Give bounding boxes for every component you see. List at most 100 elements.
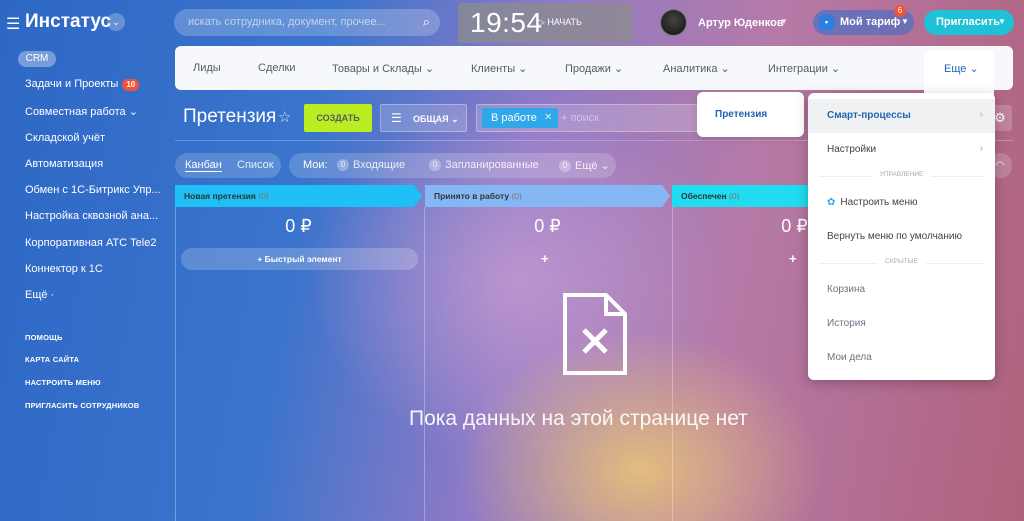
counter-value: 0 [337, 159, 349, 171]
menu-burger-icon[interactable]: ☰ [6, 14, 20, 34]
invite-button[interactable]: Пригласить ▼ [924, 10, 1014, 35]
counter-label: Входящие [353, 159, 406, 171]
column-divider [175, 207, 176, 521]
create-button[interactable]: СОЗДАТЬ [304, 104, 372, 132]
worktime-widget[interactable]: 19:54 ▷ НАЧАТЬ [458, 3, 633, 43]
more-menu: Смарт-процессы › Настройки › УПРАВЛЕНИЕ ✿ Н… [808, 93, 995, 380]
avatar[interactable] [660, 9, 687, 36]
menu-item-label: История [827, 318, 866, 329]
crm-top-nav: Лиды Сделки Товары и Склады ⌄ Клиенты ⌄ … [175, 46, 1013, 98]
menu-item-label: Корзина [827, 284, 866, 295]
empty-state-text: Пока данных на этой странице нет [409, 407, 748, 430]
add-icon[interactable]: + [541, 251, 549, 266]
view-switcher: Канбан Список [175, 153, 281, 178]
sidebar-item-collab[interactable]: Совместная работа ⌄ [25, 105, 138, 118]
search-input[interactable]: искать сотрудника, документ, прочее... ⌕ [174, 9, 440, 36]
counter-planned[interactable]: 0 Запланированные [429, 159, 539, 171]
menu-item-reset[interactable]: Вернуть меню по умолчанию [808, 220, 995, 254]
tab-kanban[interactable]: Канбан [185, 159, 222, 172]
filter-chip[interactable]: В работе ✕ [482, 108, 558, 128]
sidebar-item-tasks[interactable]: Задачи и Проекты 10 [25, 78, 140, 91]
menu-item-settings[interactable]: Настройки › [808, 133, 995, 167]
logo[interactable]: Инстатус [25, 11, 111, 33]
quick-add-button[interactable]: + Быстрый элемент [181, 248, 418, 270]
submenu-label: Претензия [715, 109, 768, 120]
menu-item-smart-processes[interactable]: Смарт-процессы › [808, 99, 995, 133]
sidebar-item-1c-exchange[interactable]: Обмен с 1С-Битрикс Упр... [25, 184, 161, 196]
sidebar-item-more[interactable]: Ещё · [25, 289, 54, 301]
start-day-button[interactable]: ▷ НАЧАТЬ [538, 17, 582, 28]
tariff-button[interactable]: ▪ Мой тариф ▼ 6 [813, 5, 914, 35]
section-label-manage: УПРАВЛЕНИЕ [818, 171, 985, 181]
sidebar-invite-link[interactable]: ПРИГЛАСИТЬ СОТРУДНИКОВ [25, 401, 139, 410]
nav-item-clients[interactable]: Клиенты ⌄ [471, 62, 527, 75]
column-title: Новая претензия [184, 191, 256, 201]
counter-value: 0 [429, 159, 441, 171]
chevron-down-icon: ▼ [901, 17, 909, 26]
gear-icon: ✿ [827, 197, 836, 208]
column-title: Обеспечен [681, 191, 727, 201]
briefcase-icon: ▪ [818, 14, 835, 31]
sidebar-item-automation[interactable]: Автоматизация [25, 158, 103, 170]
nav-item-products[interactable]: Товары и Склады ⌄ [332, 62, 434, 75]
menu-item-my-tasks[interactable]: Мои дела [808, 341, 995, 375]
chevron-down-icon: ▼ [998, 17, 1006, 26]
menu-item-history[interactable]: История [808, 307, 995, 341]
chevron-right-icon: › [979, 143, 983, 154]
star-icon[interactable]: ☆ [278, 108, 291, 126]
menu-item-label: Смарт-процессы [827, 110, 911, 121]
page-title: Претензия [183, 106, 277, 127]
filter-search-input[interactable]: В работе ✕ + поиск [476, 104, 706, 132]
sidebar-configure-menu-link[interactable]: НАСТРОИТЬ МЕНЮ [25, 378, 101, 387]
chevron-down-icon[interactable]: ▼ [780, 17, 788, 26]
sidebar-item-1c-connector[interactable]: Коннектор к 1С [25, 263, 103, 275]
menu-item-label: Настроить меню [840, 197, 918, 208]
sidebar-item-crm[interactable]: CRM [18, 51, 56, 67]
category-label: ОБЩАЯ ⌄ [413, 114, 459, 124]
nav-item-analytics[interactable]: Аналитика ⌄ [663, 62, 730, 75]
activity-counters: Мои: 0 Входящие 0 Запланированные 0 Ещё ⌄ [289, 153, 616, 178]
kanban-column-header[interactable]: Новая претензия (0) [175, 185, 422, 207]
nav-item-more[interactable]: Еще ⌄ [924, 50, 994, 98]
category-select[interactable]: ☰ ОБЩАЯ ⌄ [380, 104, 467, 132]
sidebar-sitemap-link[interactable]: КАРТА САЙТА [25, 355, 79, 364]
clock-time: 19:54 [470, 7, 543, 38]
menu-item-trash[interactable]: Корзина [808, 273, 995, 307]
notification-badge: 6 [894, 5, 906, 17]
counter-label: Запланированные [445, 159, 539, 171]
counter-badge: 10 [122, 79, 140, 91]
nav-item-integrations[interactable]: Интеграции ⌄ [768, 62, 840, 75]
play-icon: ▷ [538, 17, 548, 27]
sidebar-help-link[interactable]: ПОМОЩЬ [25, 333, 63, 342]
column-count: (0) [258, 191, 269, 201]
submenu-item-claim[interactable]: Претензия [697, 92, 804, 137]
sidebar-item-tele2[interactable]: Корпоративная АТС Tele2 [25, 237, 156, 249]
sidebar-item-label: Задачи и Проекты [25, 78, 119, 90]
chevron-right-icon: › [979, 109, 983, 120]
nav-item-deals[interactable]: Сделки [258, 62, 296, 74]
filter-placeholder: + поиск [561, 112, 600, 124]
sidebar-item-analytics-setup[interactable]: Настройка сквозной ана... [25, 210, 158, 222]
add-icon[interactable]: + [789, 251, 797, 266]
chevron-down-icon[interactable]: ⌄ [107, 13, 125, 31]
counter-label: Ещё ⌄ [575, 160, 610, 172]
sidebar-item-warehouse[interactable]: Складской учёт [25, 132, 105, 144]
user-name[interactable]: Артур Юденков [698, 17, 784, 29]
filter-chip-label: В работе [491, 112, 537, 124]
close-icon[interactable]: ✕ [544, 112, 552, 123]
mine-label: Мои: [303, 159, 328, 171]
search-icon[interactable]: ⌕ [423, 14, 430, 30]
tab-list[interactable]: Список [237, 159, 274, 171]
section-label-hidden: СКРЫТЫЕ [818, 258, 985, 268]
column-divider [424, 207, 425, 521]
counter-incoming[interactable]: 0 Входящие [337, 159, 405, 171]
menu-item-configure[interactable]: ✿ Настроить меню [808, 186, 995, 220]
nav-item-sales[interactable]: Продажи ⌄ [565, 62, 623, 75]
counter-more[interactable]: 0 Ещё ⌄ [559, 159, 610, 172]
nav-item-leads[interactable]: Лиды [193, 62, 221, 74]
empty-document-icon [562, 292, 628, 381]
nav-more-label: Еще ⌄ [944, 63, 979, 75]
kanban-column-header[interactable]: Принято в работу (0) [425, 185, 670, 207]
column-count: (0) [729, 191, 740, 201]
column-sum: 0 ₽ [285, 216, 312, 236]
